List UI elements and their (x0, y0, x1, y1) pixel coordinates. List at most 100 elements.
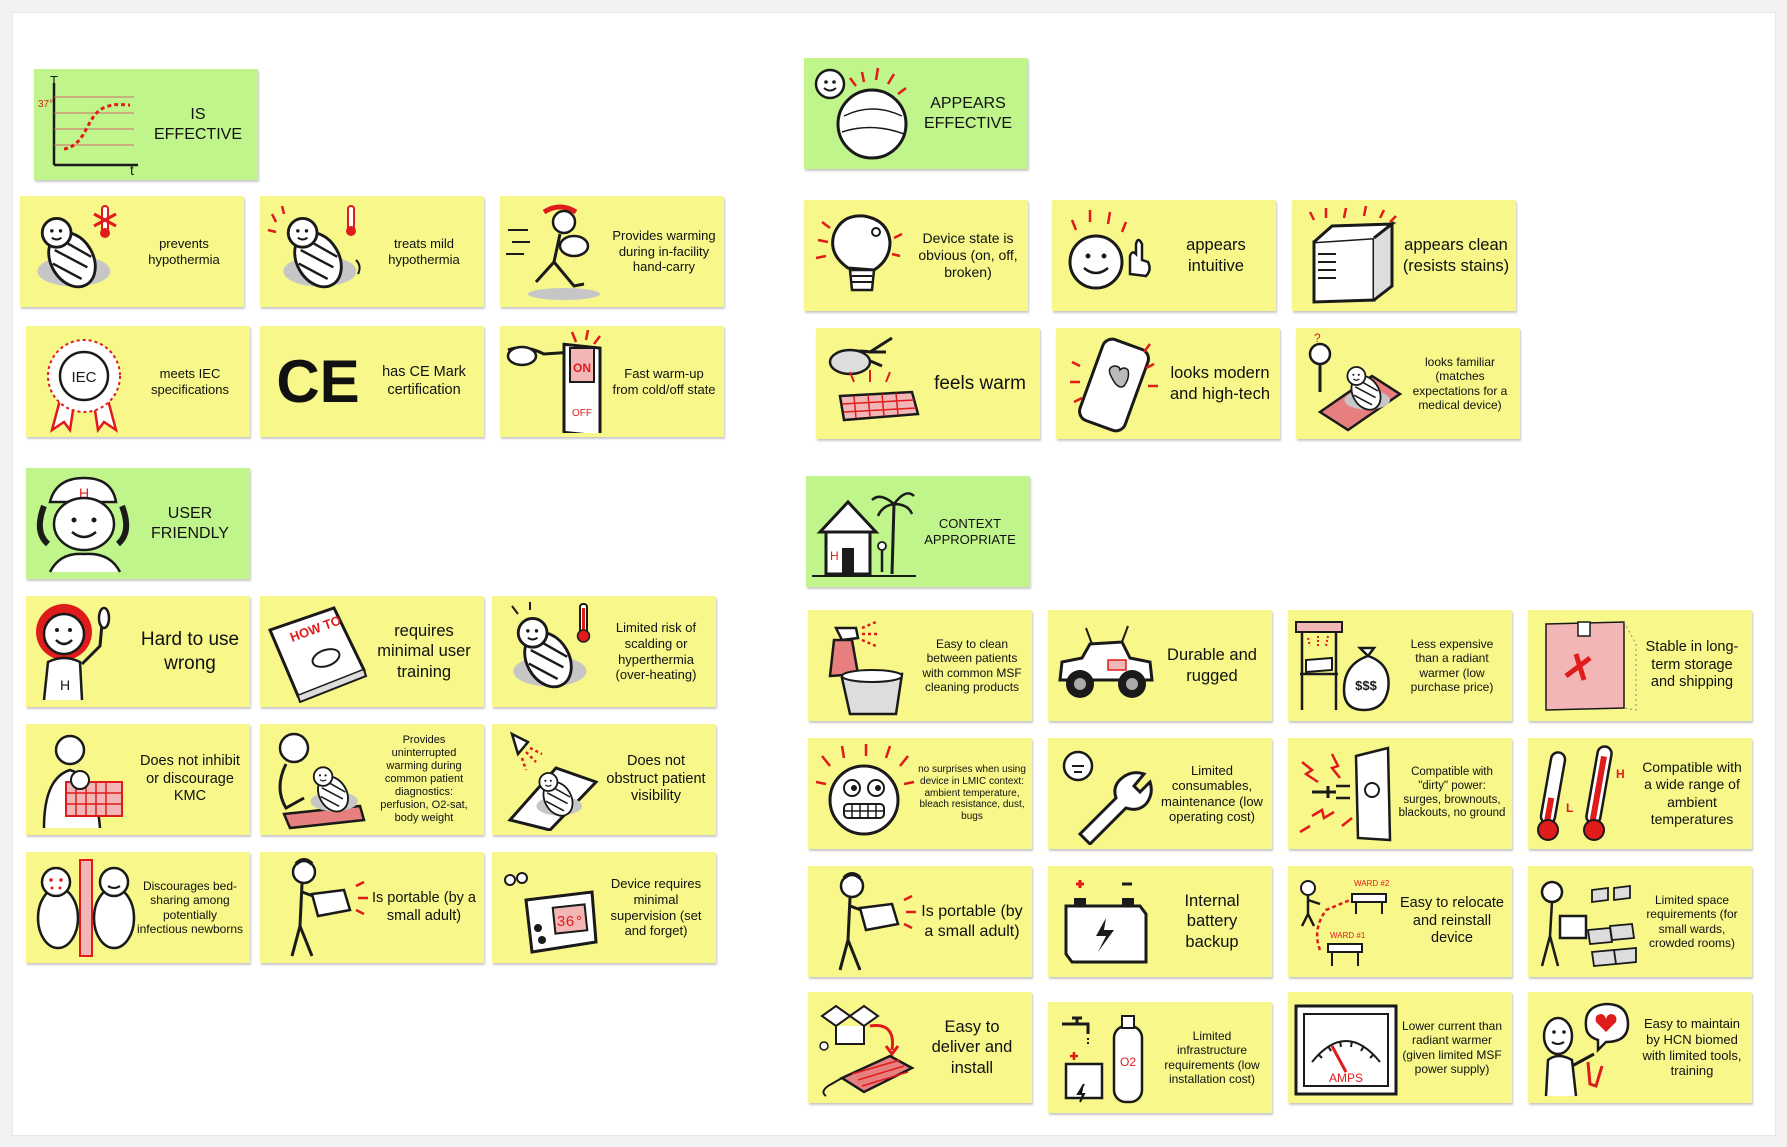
card-label: Hard to use wrong (140, 629, 240, 674)
card-label: Easy to deliver and install (931, 1018, 1013, 1077)
running-nurse-carrying-baby-icon (504, 200, 612, 303)
card-label: Limited risk of scalding or hyperthermia… (615, 619, 697, 683)
card-discourages-bed-sharing: Discourages bed-sharing among potentiall… (26, 852, 250, 963)
nurse-with-baby-icon: ? (1300, 332, 1408, 435)
card-label: Is portable (by a small adult) (372, 889, 476, 924)
header-appears-effective: APPEARS EFFECTIVE (804, 58, 1028, 169)
card-lower-current: AMPS Lower current than radiant warmer (… (1288, 992, 1512, 1103)
chart-t-label: T (50, 73, 58, 88)
card-is-portable: Is portable (by a small adult) (260, 852, 484, 963)
swaddled-baby-thermometer-icon (24, 200, 132, 303)
card-label: Internal battery backup (1184, 892, 1240, 951)
warmer-and-money-bag-icon: $$$ (1292, 614, 1400, 717)
card-kmc: Does not inhibit or discourage KMC (26, 724, 250, 835)
card-meets-iec: IEC meets IEC specifications (26, 326, 250, 437)
card-ambient-temperatures: L H Compatible with a wide range of ambi… (1528, 738, 1752, 849)
card-stable-storage: Stable in long-term storage and shipping (1528, 610, 1752, 721)
card-label: Easy to maintain by HCN biomed with limi… (1642, 1015, 1742, 1079)
card-ce-mark: CE has CE Mark certification (260, 326, 484, 437)
separated-babies-icon (30, 856, 138, 959)
card-easy-to-clean: Easy to clean between patients with comm… (808, 610, 1032, 721)
battery-icon (1052, 870, 1160, 973)
card-relocate: WARD #2 WARD #1 Easy to relocate and rei… (1288, 866, 1512, 977)
header-label: CONTEXT APPROPRIATE (924, 515, 1016, 547)
card-label: feels warm (934, 372, 1026, 394)
card-dirty-power: Compatible with "dirty" power: surges, b… (1288, 738, 1512, 849)
woman-thumbs-up-icon: H (30, 600, 138, 703)
card-treats-mild-hypothermia: treats mild hypothermia (260, 196, 484, 307)
light-bulb-icon (808, 204, 916, 307)
on-text: ON (573, 361, 591, 375)
card-label: Is portable (by a small adult) (921, 902, 1023, 940)
nervous-face-icon (812, 742, 920, 845)
plug-sparks-icon (1292, 742, 1400, 845)
card-label: Device state is obvious (on, off, broken… (918, 229, 1018, 281)
ward1-text: WARD #1 (1330, 931, 1366, 940)
smiley-thumbs-up-icon (1056, 204, 1164, 307)
tap-battery-oxygen-icon: O2 (1052, 1006, 1160, 1109)
biomed-heart-speech-icon (1532, 996, 1640, 1099)
shivering-baby-icon (264, 200, 372, 303)
hand-over-warmer-icon (820, 332, 928, 435)
unboxing-warmer-icon (812, 996, 920, 1099)
low-l-text: L (1566, 801, 1573, 815)
card-limited-consumables: Limited consumables, maintenance (low op… (1048, 738, 1272, 849)
iec-text: IEC (71, 369, 96, 386)
card-label: Durable and rugged (1167, 646, 1257, 685)
card-label: looks familiar (matches expectations for… (1412, 355, 1508, 412)
header-user-friendly: H USER FRIENDLY (26, 468, 250, 579)
smartphone-icon (1060, 332, 1168, 435)
temperature-chart-icon: T 37° t (38, 73, 146, 176)
switch-on-icon: ON OFF (504, 330, 612, 433)
card-label: Easy to relocate and reinstall device (1400, 894, 1504, 947)
card-label: Less expensive than a radiant warmer (lo… (1410, 637, 1494, 694)
card-no-surprises: no surprises when using device in LMIC c… (808, 738, 1032, 849)
card-device-state-obvious: Device state is obvious (on, off, broken… (804, 200, 1028, 311)
card-label: Compatible with a wide range of ambient … (1642, 759, 1742, 827)
card-limited-scalding: Limited risk of scalding or hyperthermia… (492, 596, 716, 707)
card-feels-warm: feels warm (816, 328, 1040, 439)
display-36-text: 36° (556, 914, 583, 931)
card-hand-carry: Provides warming during in-facility hand… (500, 196, 724, 307)
card-label: Limited space requirements (for small wa… (1646, 893, 1738, 950)
card-label: Limited infrastructure requirements (low… (1164, 1029, 1260, 1086)
ward2-text: WARD #2 (1354, 879, 1390, 888)
card-label: looks modern and high-tech (1170, 364, 1270, 403)
header-is-effective: T 37° t IS EFFECTIVE (34, 69, 258, 180)
card-label: Limited consumables, maintenance (low op… (1161, 762, 1263, 824)
card-prevents-hypothermia: prevents hypothermia (20, 196, 244, 307)
hut-h-text: H (830, 549, 839, 563)
header-label: APPEARS EFFECTIVE (923, 94, 1012, 132)
card-label: meets IEC specifications (150, 365, 230, 397)
card-label: Stable in long-term storage and shipping (1645, 638, 1739, 691)
ce-text: CE (276, 348, 359, 415)
card-label: Compatible with "dirty" power: surges, b… (1398, 766, 1506, 820)
header-context-appropriate: H CONTEXT APPROPRIATE (806, 476, 1030, 587)
amps-text: AMPS (1329, 1071, 1363, 1085)
jeep-icon (1052, 614, 1160, 717)
amp-meter-icon: AMPS (1292, 996, 1400, 1099)
card-label: Fast warm-up from cold/off state (612, 365, 716, 397)
shirt-h-text: H (60, 677, 70, 693)
card-label: Provides uninterrupted warming during co… (380, 734, 468, 824)
card-label: requires minimal user training (377, 622, 471, 681)
shiny-globe-icon (808, 62, 916, 165)
card-label: Easy to clean between patients with comm… (922, 637, 1022, 694)
card-minimal-supervision: 36° Device requires minimal supervision … (492, 852, 716, 963)
spray-bottle-bucket-icon (812, 614, 920, 717)
nurse-face-icon: H (30, 472, 138, 575)
ce-mark-icon: CE (264, 330, 372, 433)
off-text: OFF (572, 408, 592, 419)
person-carrying-box-icon (264, 856, 372, 959)
card-uninterrupted-warming: Provides uninterrupted warming during co… (260, 724, 484, 835)
card-label: Discourages bed-sharing among potentiall… (136, 879, 244, 936)
mother-kangaroo-care-icon (30, 728, 138, 831)
card-hard-to-use-wrong: H Hard to use wrong (26, 596, 250, 707)
device-display-36-icon: 36° (496, 856, 604, 959)
wrench-icon (1052, 742, 1160, 845)
card-durable-rugged: Durable and rugged (1048, 610, 1272, 721)
wards-relocation-icon: WARD #2 WARD #1 (1292, 870, 1400, 973)
caregiver-with-baby-icon (264, 728, 372, 831)
clean-box-icon (1296, 204, 1404, 307)
card-easy-maintain: Easy to maintain by HCN biomed with limi… (1528, 992, 1752, 1103)
